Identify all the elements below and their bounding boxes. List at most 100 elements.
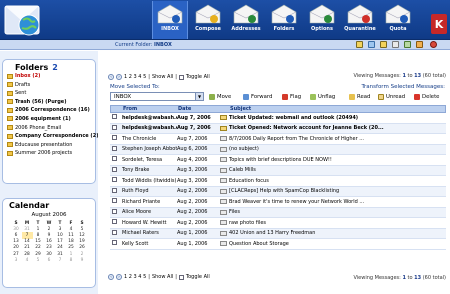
- row-checkbox[interactable]: [112, 145, 117, 151]
- row-checkbox[interactable]: [112, 135, 117, 141]
- table-row[interactable]: Kelly Scott Aug 1, 2006 Question About Sto…: [110, 239, 446, 250]
- row-checkbox[interactable]: [112, 124, 117, 130]
- row-subject[interactable]: raw photo files: [229, 220, 446, 226]
- next-page-button[interactable]: ›: [116, 274, 122, 280]
- folder-item[interactable]: Summer 2006 projects: [3, 149, 95, 158]
- folder-item[interactable]: Trash (56) (Purge): [3, 98, 95, 107]
- row-from[interactable]: Richard Priante: [122, 199, 177, 205]
- row-subject[interactable]: [CLACReps] Help with SpamCop Blacklistin…: [229, 188, 446, 194]
- row-checkbox[interactable]: [112, 240, 117, 246]
- row-subject[interactable]: Education focus: [229, 178, 446, 184]
- table-row[interactable]: helpdesk@wabash.eduAug 7, 2006 Ticket Ope…: [110, 123, 446, 134]
- toggle-all-label[interactable]: Toggle All: [186, 74, 210, 80]
- calendar-icon[interactable]: [368, 41, 375, 48]
- table-row[interactable]: Ruth Floyd Aug 2, 2006 [CLACReps] Help wit…: [110, 186, 446, 197]
- row-subject[interactable]: Topics with brief descriptions DUE NOW!!: [229, 157, 446, 163]
- nav-folders-button[interactable]: Folders: [266, 1, 302, 39]
- prev-page-button[interactable]: ‹: [108, 274, 114, 280]
- row-subject[interactable]: Ticket Updated: webmail and outlook (204…: [229, 115, 446, 121]
- row-from[interactable]: Tony Brake: [122, 167, 177, 173]
- toggle-all-checkbox[interactable]: [178, 274, 184, 280]
- row-checkbox[interactable]: [112, 177, 117, 183]
- calendar-day[interactable]: 5: [33, 257, 44, 263]
- table-row[interactable]: Sordelet, Teresa Aug 4, 2006 Topics with b…: [110, 155, 446, 166]
- nav-quota-button[interactable]: Quota: [380, 1, 416, 39]
- row-subject[interactable]: 8/7/2006 Daily Report from The Chronicle…: [229, 136, 446, 142]
- row-subject[interactable]: Ticket Opened: Network account for Jeann…: [229, 125, 446, 131]
- row-checkbox[interactable]: [112, 187, 117, 193]
- table-row[interactable]: Richard Priante Aug 2, 2006 Brad Weaver it…: [110, 197, 446, 208]
- table-row[interactable]: Michael Raters Aug 1, 2006 402 Union and 1…: [110, 228, 446, 239]
- next-page-button[interactable]: ›: [116, 74, 122, 80]
- row-from[interactable]: Michael Raters: [122, 230, 177, 236]
- note-icon[interactable]: [356, 41, 363, 48]
- row-from[interactable]: The Chronicle: [122, 136, 177, 142]
- print-icon[interactable]: [392, 41, 399, 48]
- row-from[interactable]: Alice Moore: [122, 209, 177, 215]
- nav-quarantine-button[interactable]: Quarantine: [342, 1, 378, 39]
- row-from[interactable]: Kelly Scott: [122, 241, 177, 247]
- folder-item[interactable]: Company Correspondence (2): [3, 132, 98, 141]
- page-links[interactable]: 1 2 3 4 5: [124, 74, 146, 80]
- row-subject[interactable]: Brad Weaver it's time to renew your Netw…: [229, 199, 446, 205]
- row-checkbox[interactable]: [112, 156, 117, 162]
- move-folder-select[interactable]: INBOX ▼: [110, 92, 204, 101]
- calendar-day[interactable]: 6: [44, 257, 55, 263]
- row-subject[interactable]: (no subject): [229, 146, 446, 152]
- table-row[interactable]: helpdesk@wabash.eduAug 7, 2006 Ticket Upd…: [110, 113, 446, 124]
- read-button[interactable]: Read: [349, 94, 370, 100]
- folder-item[interactable]: 2006 Phone_Email: [3, 124, 95, 133]
- prev-page-button[interactable]: ‹: [108, 74, 114, 80]
- row-checkbox[interactable]: [112, 114, 117, 120]
- folder-icon[interactable]: [380, 41, 387, 48]
- toggle-all-checkbox[interactable]: [178, 74, 184, 80]
- row-subject[interactable]: 402 Union and 13 Harry Freedman: [229, 230, 446, 236]
- show-all-link[interactable]: Show All: [152, 74, 173, 80]
- folder-item[interactable]: Drafts: [3, 81, 95, 90]
- folder-item[interactable]: Educause presentation: [3, 141, 95, 150]
- row-subject[interactable]: Files: [229, 209, 446, 215]
- row-from[interactable]: Sordelet, Teresa: [122, 157, 177, 163]
- folder-item[interactable]: Inbox (2): [3, 72, 95, 81]
- logout-icon[interactable]: [430, 41, 437, 48]
- folder-item[interactable]: 2006 Correspondence (16): [3, 106, 95, 115]
- row-from[interactable]: Todd Widdis (ltwiddis): [122, 178, 177, 184]
- row-checkbox[interactable]: [112, 219, 117, 225]
- row-from[interactable]: helpdesk@wabash.edu: [122, 115, 177, 121]
- row-checkbox[interactable]: [112, 208, 117, 214]
- unread-button[interactable]: Unread: [378, 94, 405, 100]
- forward-button[interactable]: Forward: [243, 94, 272, 100]
- flag-button[interactable]: Flag: [282, 94, 301, 100]
- row-checkbox[interactable]: [112, 198, 117, 204]
- help-icon[interactable]: [404, 41, 411, 48]
- delete-button[interactable]: Delete: [414, 94, 439, 100]
- calendar-day[interactable]: 4: [22, 257, 33, 263]
- row-subject[interactable]: Caleb Mills: [229, 167, 446, 173]
- subject-column-header[interactable]: Subject: [230, 106, 445, 112]
- row-checkbox[interactable]: [112, 229, 117, 235]
- table-row[interactable]: Alice Moore Aug 2, 2006 Files: [110, 207, 446, 218]
- nav-inbox-button[interactable]: INBOX: [152, 1, 188, 39]
- search-icon[interactable]: [416, 41, 423, 48]
- table-row[interactable]: The Chronicle Aug 7, 2006 8/7/2006 Daily R…: [110, 134, 446, 145]
- show-all-link[interactable]: Show All: [152, 274, 173, 280]
- nav-compose-button[interactable]: Compose: [190, 1, 226, 39]
- page-links[interactable]: 1 2 3 4 5: [124, 274, 146, 280]
- table-row[interactable]: Stephen Joseph Abbott Aug 6, 2006 (no subj…: [110, 144, 446, 155]
- date-column-header[interactable]: Date: [178, 106, 218, 112]
- move-button[interactable]: Move: [209, 94, 231, 100]
- row-from[interactable]: Stephen Joseph Abbott: [122, 146, 177, 152]
- calendar-day[interactable]: 7: [55, 257, 66, 263]
- row-checkbox[interactable]: [112, 166, 117, 172]
- table-row[interactable]: Todd Widdis (ltwiddis) Aug 3, 2006 Educati…: [110, 176, 446, 187]
- calendar-day[interactable]: 3: [11, 257, 22, 263]
- table-row[interactable]: Tony Brake Aug 3, 2006 Caleb Mills: [110, 165, 446, 176]
- folder-item[interactable]: 2006 equipment (1): [3, 115, 95, 124]
- row-from[interactable]: Ruth Floyd: [122, 188, 177, 194]
- unflag-button[interactable]: Unflag: [310, 94, 335, 100]
- nav-options-button[interactable]: Options: [304, 1, 340, 39]
- from-column-header[interactable]: From: [123, 106, 178, 112]
- nav-addresses-button[interactable]: Addresses: [228, 1, 264, 39]
- folder-item[interactable]: Sent: [3, 89, 95, 98]
- toggle-all-label[interactable]: Toggle All: [186, 274, 210, 280]
